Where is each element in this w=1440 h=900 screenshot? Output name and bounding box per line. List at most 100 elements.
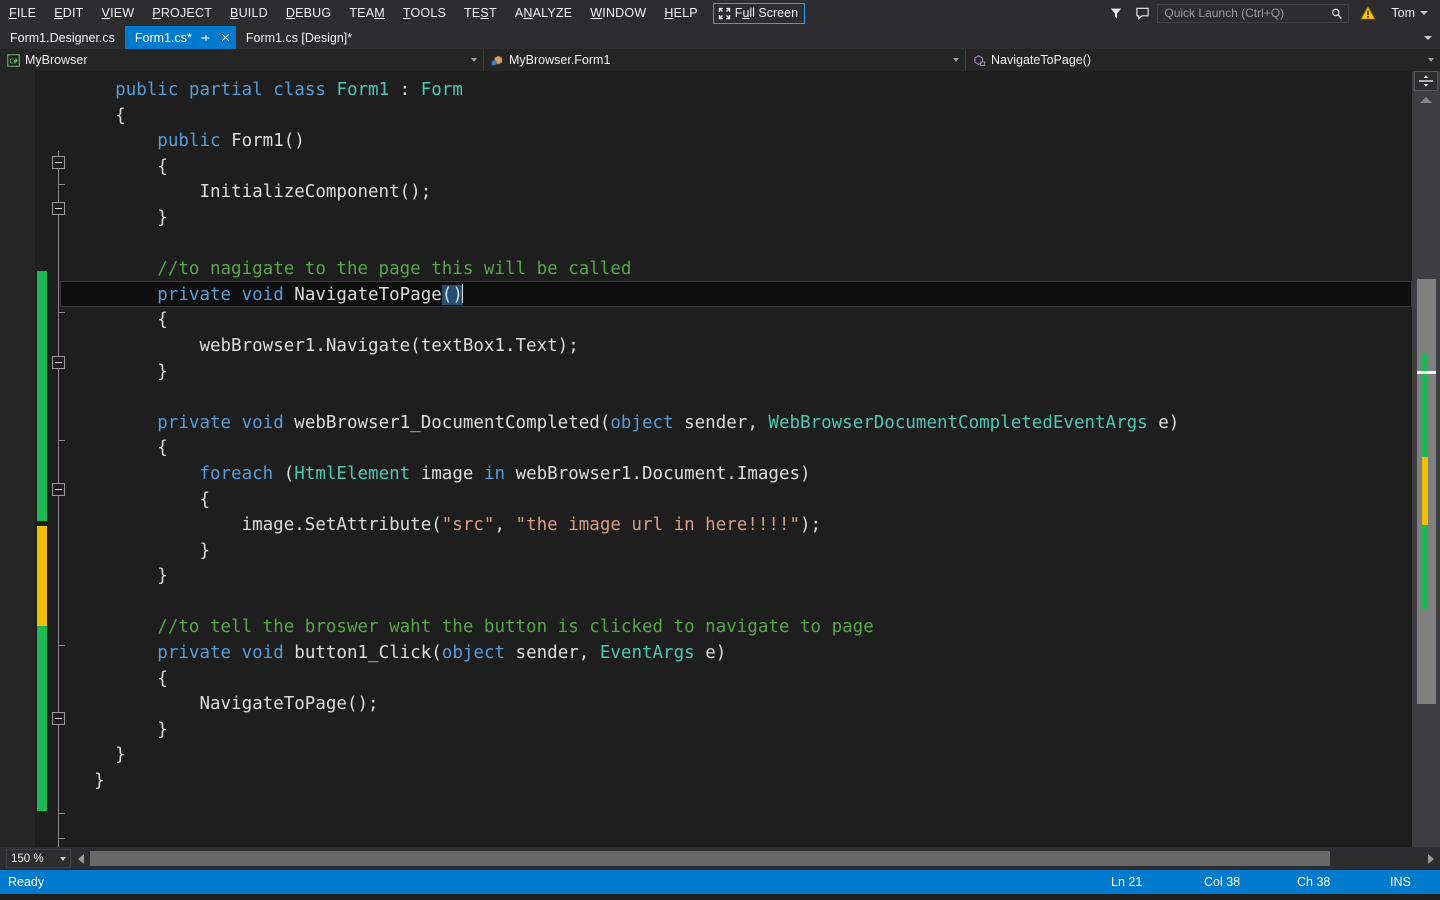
code-editor[interactable]: public partial class Form1 : Form { publ… [0, 71, 1440, 847]
menu-mnemonic: D [285, 6, 296, 20]
code-line: private void webBrowser1_DocumentComplet… [73, 411, 1412, 437]
user-account-menu[interactable]: Tom [1381, 6, 1432, 20]
change-indicator-bar [37, 626, 47, 731]
code-line: } [73, 718, 1412, 744]
breakpoint-margin[interactable] [0, 71, 35, 847]
status-bar: Ready Ln 21 Col 38 Ch 38 INS [0, 870, 1440, 894]
collapse-region-button[interactable] [52, 712, 65, 725]
pin-icon[interactable] [199, 31, 212, 44]
private-method-icon [973, 54, 986, 67]
navbar-member-dropdown[interactable]: NavigateToPage() [966, 49, 1440, 71]
code-line: public partial class Form1 : Form [73, 78, 1412, 104]
code-token: webBrowser1.Document.Images) [505, 463, 811, 484]
horizontal-scroll-track[interactable] [74, 847, 1440, 870]
code-token: private [157, 412, 242, 433]
tab-label: Form1.cs [Design]* [245, 30, 353, 45]
menu-project[interactable]: PROJECT [143, 0, 221, 26]
menu-view[interactable]: VIEW [93, 0, 144, 26]
code-token: NavigateToPage(); [199, 694, 379, 715]
vertical-scrollbar[interactable] [1412, 71, 1440, 847]
menu-help[interactable]: HELP [655, 0, 706, 26]
collapse-region-button[interactable] [52, 156, 65, 169]
menu-debug[interactable]: DEBUG [277, 0, 340, 26]
status-insert-mode: INS [1390, 875, 1411, 889]
scroll-map-change-mark [1422, 457, 1428, 525]
code-token: { [157, 438, 168, 459]
feedback-balloon-icon[interactable] [1129, 0, 1155, 26]
code-token: object [610, 412, 674, 433]
menu-team[interactable]: TEAM [340, 0, 394, 26]
status-line-number: Ln 21 [1111, 875, 1143, 889]
status-text: Ready [8, 875, 45, 889]
editor-navigation-bar: C# MyBrowser MyBrowser.Form1 NavigateToP… [0, 49, 1440, 71]
code-token: image.SetAttribute( [241, 515, 442, 536]
menu-window[interactable]: WINDOW [581, 0, 655, 26]
outlining-margin[interactable] [47, 71, 73, 847]
code-token: NavigateToPage [294, 284, 442, 305]
horizontal-scrollbar-thumb[interactable] [90, 851, 1330, 866]
quick-launch-input[interactable] [1158, 6, 1319, 20]
menu-build[interactable]: BUILD [221, 0, 277, 26]
full-screen-button[interactable]: Full Screen [712, 2, 806, 24]
tab-form1-cs[interactable]: Form1.cs* [124, 26, 236, 49]
menu-mnemonic: T [402, 6, 411, 20]
warning-triangle-icon[interactable] [1355, 0, 1381, 26]
code-line: //to nagigate to the page this will be c… [73, 257, 1412, 283]
navbar-project-dropdown[interactable]: C# MyBrowser [0, 49, 484, 71]
code-line: public Form1() [73, 129, 1412, 155]
menu-file[interactable]: FILE [0, 0, 45, 26]
code-token: e) [1147, 412, 1180, 433]
code-line: image.SetAttribute("src", "the image url… [73, 513, 1412, 539]
close-x-icon[interactable] [219, 31, 232, 44]
tab-form1-designer-cs[interactable]: Form1.Designer.cs [0, 26, 125, 49]
document-tab-strip: Form1.Designer.cs Form1.cs* Form1.cs [Desi… [0, 26, 1440, 49]
code-token: EventArgs [599, 643, 695, 664]
csharp-project-icon: C# [7, 53, 20, 67]
code-token: Form1() [231, 131, 305, 152]
quick-launch-box[interactable] [1157, 3, 1350, 26]
search-icon[interactable] [1330, 7, 1344, 26]
code-token: "src" [441, 515, 495, 536]
funnel-icon[interactable] [1103, 0, 1129, 26]
menu-edit[interactable]: EDIT [45, 0, 92, 26]
code-token: } [157, 207, 168, 228]
collapse-region-button[interactable] [52, 356, 65, 369]
code-token: { [157, 310, 168, 331]
code-token: //to tell the broswer waht the button is… [157, 617, 874, 638]
code-token: void [241, 412, 295, 433]
code-token: { [115, 105, 126, 126]
code-token: void [241, 643, 295, 664]
scroll-left-arrow-icon[interactable] [78, 853, 84, 864]
tab-form1-cs-design[interactable]: Form1.cs [Design]* [235, 26, 363, 49]
code-token: private [157, 284, 242, 305]
outlining-tick [58, 838, 65, 839]
tab-overflow-button[interactable] [1415, 26, 1440, 49]
menu-analyze[interactable]: ANALYZE [506, 0, 581, 26]
navbar-type-dropdown[interactable]: MyBrowser.Form1 [484, 49, 966, 71]
status-bar-right: Ln 21 Col 38 Ch 38 INS [1111, 870, 1440, 894]
chevron-up-icon[interactable] [1420, 97, 1432, 103]
code-token: { [157, 668, 168, 689]
collapse-region-button[interactable] [52, 483, 65, 496]
scroll-right-arrow-icon[interactable] [1428, 853, 1434, 864]
outlining-tick [58, 813, 65, 814]
menu-test[interactable]: TEST [455, 0, 506, 26]
status-column-number: Col 38 [1204, 875, 1241, 889]
zoom-level-dropdown[interactable]: 150 % [6, 849, 71, 868]
code-token: public [157, 131, 232, 152]
menu-tools[interactable]: TOOLS [394, 0, 455, 26]
split-view-icon[interactable] [1414, 71, 1438, 91]
code-token: in [483, 463, 506, 484]
collapse-region-button[interactable] [52, 202, 65, 215]
change-indicator-bar [37, 271, 47, 396]
status-char-number: Ch 38 [1297, 875, 1331, 889]
code-token: ); [800, 515, 822, 536]
code-token: public [115, 80, 189, 100]
tab-label: Form1.cs* [134, 30, 192, 45]
chevron-down-icon [1420, 11, 1428, 15]
code-text[interactable]: public partial class Form1 : Form { publ… [73, 78, 1412, 795]
code-token: } [94, 771, 105, 792]
code-token: sender, [505, 643, 600, 664]
code-token: { [157, 156, 168, 177]
